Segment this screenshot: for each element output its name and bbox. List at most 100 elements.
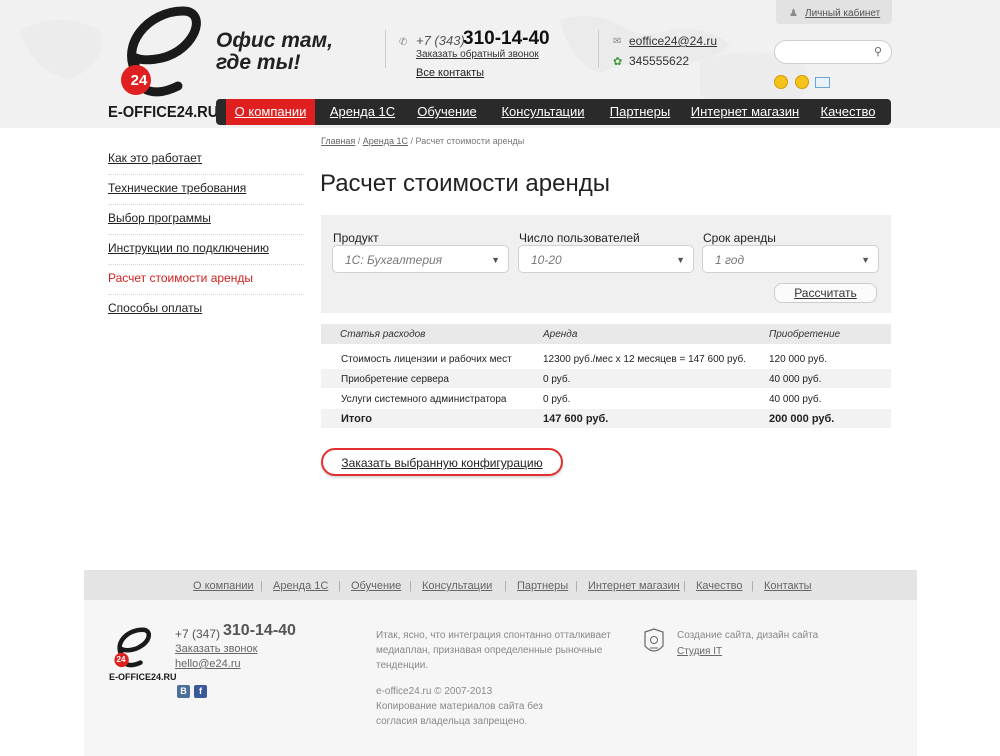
table-cell: 120 000 руб. bbox=[769, 354, 827, 365]
slogan-line-1: Офис там, bbox=[216, 29, 333, 52]
table-cell: 40 000 руб. bbox=[769, 394, 822, 405]
product-select-value: 1С: Бухгалтерия bbox=[345, 253, 443, 267]
footer-copyright-line-1: e-office24.ru © 2007-2013 bbox=[376, 686, 493, 697]
dropdown-arrow-icon: ▼ bbox=[861, 255, 870, 265]
nav-item-shop[interactable]: Интернет магазин bbox=[684, 99, 806, 125]
smiley-icon[interactable] bbox=[795, 75, 809, 89]
mail-icon: ✉ bbox=[613, 36, 622, 47]
footer-nav-sep: | bbox=[504, 580, 507, 592]
column-header-rent: Аренда bbox=[543, 329, 578, 340]
phone-icon: ✆ bbox=[399, 37, 408, 48]
studio-link[interactable]: Студия IT bbox=[677, 646, 722, 657]
column-header-item: Статья расходов bbox=[340, 329, 426, 340]
phone-number: 310-14-40 bbox=[463, 28, 550, 49]
sidebar-item-connection-guide[interactable]: Инструкции по подключению bbox=[108, 241, 304, 255]
footer-nav-rent[interactable]: Аренда 1С bbox=[273, 580, 328, 592]
breadcrumb-home[interactable]: Главная bbox=[321, 136, 355, 146]
studio-logo-icon[interactable] bbox=[643, 628, 665, 658]
total-label: Итого bbox=[341, 413, 373, 425]
slogan: Офис там, где ты! bbox=[216, 30, 333, 74]
nav-item-education[interactable]: Обучение bbox=[410, 99, 484, 125]
product-label: Продукт bbox=[333, 231, 379, 245]
page-title: Расчет стоимости аренды bbox=[320, 170, 610, 197]
sidebar-divider bbox=[108, 204, 304, 205]
calculate-button[interactable]: Рассчитать bbox=[774, 283, 877, 303]
breadcrumb-current: Расчет стоимости аренды bbox=[415, 136, 525, 146]
dropdown-arrow-icon: ▼ bbox=[491, 255, 500, 265]
breadcrumb-sep: / bbox=[408, 136, 416, 146]
vk-icon[interactable]: В bbox=[177, 685, 190, 698]
nav-item-quality[interactable]: Качество bbox=[812, 99, 884, 125]
table-cell: 12300 руб./мес х 12 месяцев = 147 600 ру… bbox=[543, 354, 747, 365]
table-cell: Приобретение сервера bbox=[341, 374, 449, 385]
sidebar-divider bbox=[108, 264, 304, 265]
table-cell: Услуги системного администратора bbox=[341, 394, 507, 405]
footer-nav-contacts[interactable]: Контакты bbox=[764, 580, 812, 592]
footer-nav-shop[interactable]: Интернет магазин bbox=[588, 580, 680, 592]
header-divider bbox=[385, 30, 386, 68]
table-cell: 0 руб. bbox=[543, 374, 571, 385]
icq-number: 345555622 bbox=[629, 54, 690, 68]
sidebar-item-program-choice[interactable]: Выбор программы bbox=[108, 211, 304, 225]
dropdown-arrow-icon: ▼ bbox=[676, 255, 685, 265]
email-link[interactable]: eoffice24@24.ru bbox=[629, 34, 717, 48]
search-icon[interactable]: ⚲ bbox=[874, 45, 882, 58]
column-header-purchase: Приобретение bbox=[769, 329, 841, 340]
footer-about-line-2: медиаплан, признавая определенные рыночн… bbox=[376, 645, 603, 656]
studio-credit-text: Создание сайта, дизайн сайта bbox=[677, 630, 819, 641]
footer-callback-link[interactable]: Заказать звонок bbox=[175, 643, 257, 655]
term-select-value: 1 год bbox=[715, 253, 745, 267]
sidebar-divider bbox=[108, 174, 304, 175]
footer-nav-quality[interactable]: Качество bbox=[696, 580, 743, 592]
facebook-icon[interactable]: f bbox=[194, 685, 207, 698]
icq-icon: ✿ bbox=[613, 56, 623, 68]
users-select[interactable]: 10-20 ▼ bbox=[518, 245, 694, 273]
footer-nav-sep: | bbox=[260, 580, 263, 592]
breadcrumb-section[interactable]: Аренда 1С bbox=[363, 136, 408, 146]
footer-nav-sep: | bbox=[338, 580, 341, 592]
footer-about-line-3: тенденции. bbox=[376, 660, 429, 671]
sidebar-item-how-it-works[interactable]: Как это работает bbox=[108, 151, 304, 165]
sidebar-divider bbox=[108, 294, 304, 295]
table-cell: Стоимость лицензии и рабочих мест bbox=[341, 354, 512, 365]
sidebar-item-tech-requirements[interactable]: Технические требования bbox=[108, 181, 304, 195]
all-contacts-link[interactable]: Все контакты bbox=[416, 67, 484, 79]
footer-nav-company[interactable]: О компании bbox=[193, 580, 254, 592]
footer-email-link[interactable]: hello@e24.ru bbox=[175, 658, 241, 670]
table-cell: 40 000 руб. bbox=[769, 374, 822, 385]
footer-nav-partners[interactable]: Партнеры bbox=[517, 580, 568, 592]
footer-about-line-1: Итак, ясно, что интеграция спонтанно отт… bbox=[376, 630, 611, 641]
order-configuration-button[interactable]: Заказать выбранную конфигурацию bbox=[321, 448, 563, 476]
sidebar-item-payment-methods[interactable]: Способы оплаты bbox=[108, 301, 304, 315]
header-divider bbox=[598, 30, 599, 68]
sidebar-divider bbox=[108, 234, 304, 235]
footer-nav-sep: | bbox=[751, 580, 754, 592]
nav-item-company[interactable]: О компании bbox=[226, 99, 315, 125]
phone-prefix: +7 (343) bbox=[416, 33, 465, 48]
smiley-icon[interactable] bbox=[774, 75, 788, 89]
footer-phone-prefix: +7 (347) bbox=[175, 627, 221, 641]
table-cell: 0 руб. bbox=[543, 394, 571, 405]
footer-nav-education[interactable]: Обучение bbox=[351, 580, 401, 592]
product-select[interactable]: 1С: Бухгалтерия ▼ bbox=[332, 245, 509, 273]
cabinet-link[interactable]: Личный кабинет bbox=[805, 8, 880, 19]
logo-text[interactable]: E-OFFICE24.RU bbox=[108, 104, 218, 122]
footer-copyright-line-2: Копирование материалов сайта без bbox=[376, 701, 543, 712]
footer-copyright-line-3: согласия владельца запрещено. bbox=[376, 716, 528, 727]
term-select[interactable]: 1 год ▼ bbox=[702, 245, 879, 273]
envelope-icon[interactable] bbox=[815, 77, 830, 88]
footer-phone-number: 310-14-40 bbox=[223, 622, 296, 639]
footer-logo-text[interactable]: E-OFFICE24.RU bbox=[109, 672, 177, 682]
term-label: Срок аренды bbox=[703, 231, 776, 245]
slogan-line-2: где ты! bbox=[216, 51, 301, 74]
nav-item-consulting[interactable]: Консультации bbox=[490, 99, 596, 125]
callback-link[interactable]: Заказать обратный звонок bbox=[416, 49, 539, 60]
nav-item-partners[interactable]: Партнеры bbox=[602, 99, 678, 125]
sidebar-item-rent-calc[interactable]: Расчет стоимости аренды bbox=[108, 271, 304, 285]
footer-logo-mark[interactable] bbox=[109, 627, 154, 673]
users-select-value: 10-20 bbox=[531, 253, 562, 267]
footer-nav-consulting[interactable]: Консультации bbox=[422, 580, 492, 592]
footer-nav-sep: | bbox=[575, 580, 578, 592]
user-icon: ♟ bbox=[789, 8, 798, 19]
nav-item-rent-1c[interactable]: Аренда 1С bbox=[320, 99, 405, 125]
